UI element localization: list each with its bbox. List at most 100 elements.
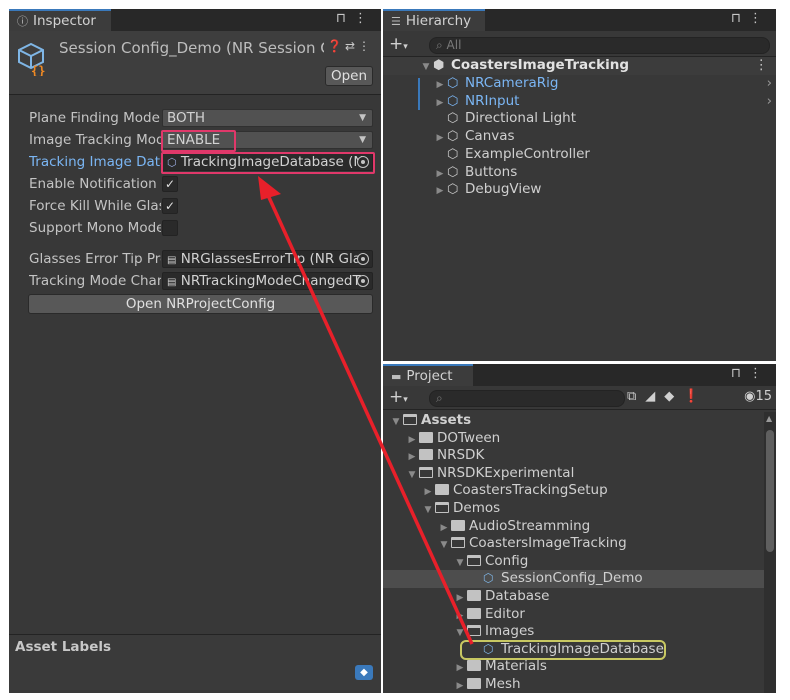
- project-tree-item[interactable]: ▼ Config: [383, 553, 776, 571]
- project-tree-item[interactable]: ▼ Images: [383, 623, 776, 641]
- gameobject-cube-icon: ⬡: [447, 146, 459, 162]
- field-tracking-mode-changed: Tracking Mode Char ▤ NRTrackingModeChang…: [9, 270, 381, 292]
- scroll-up-icon[interactable]: ▲: [766, 414, 772, 423]
- project-tree-item[interactable]: ▶ NRSDK: [383, 447, 776, 465]
- open-prefab-icon[interactable]: ›: [767, 75, 772, 93]
- project-tree-item[interactable]: ⬡ SessionConfig_Demo: [383, 570, 776, 589]
- project-tree-item[interactable]: ▶ Mesh: [383, 676, 776, 694]
- project-scrollbar[interactable]: ▲: [764, 412, 776, 693]
- plane-finding-dropdown[interactable]: BOTH ▼: [162, 109, 373, 127]
- label-tag-icon[interactable]: ◆: [355, 665, 373, 680]
- project-tree-item[interactable]: ▶ Database: [383, 588, 776, 606]
- add-icon[interactable]: +▾: [389, 34, 408, 54]
- project-search-input[interactable]: ⌕: [429, 390, 625, 407]
- hierarchy-panel: ☰ Hierarchy ⊓⋮ +▾ ⌕ All ▼ ⬢ CoastersImageTr…: [383, 9, 776, 361]
- filter-type-icon[interactable]: ◢: [645, 389, 664, 404]
- asset-header: {} Session Config_Demo (NR Session Co ❓⇄…: [9, 31, 381, 95]
- project-toolbar-icons: ⧉◢◆❗: [627, 389, 708, 404]
- project-tree-item[interactable]: ▶ DOTween: [383, 430, 776, 448]
- glasses-error-tip-field[interactable]: ▤ NRGlassesErrorTip (NR Glas: [162, 250, 373, 268]
- hidden-packages-toggle[interactable]: ◉15: [744, 389, 772, 404]
- asset-title: Session Config_Demo (NR Session Co: [59, 39, 324, 57]
- image-tracking-highlight: [161, 130, 236, 152]
- hierarchy-tab-tools[interactable]: ⊓⋮: [731, 11, 770, 26]
- kebab-icon[interactable]: ⋮: [358, 39, 373, 53]
- tracking-mode-changed-field[interactable]: ▤ NRTrackingModeChangedT: [162, 272, 373, 290]
- enable-notification-checkbox[interactable]: ✓: [162, 176, 178, 192]
- project-tree-item[interactable]: ▼ NRSDKExperimental: [383, 465, 776, 483]
- folder-open-icon: [467, 625, 481, 637]
- project-tab-tools[interactable]: ⊓⋮: [731, 366, 770, 381]
- hierarchy-item[interactable]: ⬡ Directional Light: [383, 110, 776, 128]
- tab-project[interactable]: ▬ Project: [383, 364, 473, 386]
- tab-inspector[interactable]: ⓘ Inspector: [9, 9, 111, 31]
- object-picker-icon[interactable]: [357, 253, 369, 265]
- folder-icon: [467, 590, 481, 601]
- search-icon: ⌕: [436, 391, 443, 405]
- menu-icon[interactable]: ⋮: [354, 11, 375, 26]
- help-icon[interactable]: ❓: [327, 39, 345, 53]
- lock-icon[interactable]: ⊓: [731, 11, 749, 26]
- support-mono-checkbox[interactable]: [162, 220, 178, 236]
- error-icon[interactable]: ❗: [683, 389, 708, 404]
- object-picker-icon[interactable]: [357, 275, 369, 287]
- field-plane-finding-mode: Plane Finding Mode BOTH ▼: [9, 107, 381, 129]
- open-project-config-button[interactable]: Open NRProjectConfig: [28, 294, 373, 314]
- folder-open-icon: [451, 537, 465, 549]
- fold-arrow-icon[interactable]: ▶: [453, 678, 467, 696]
- folder-icon: [467, 607, 481, 619]
- hierarchy-toolbar: +▾ ⌕ All: [383, 33, 776, 57]
- prefab-cube-icon: ⬡: [447, 76, 459, 91]
- info-icon: ⓘ: [17, 15, 28, 28]
- force-kill-checkbox[interactable]: ✓: [162, 198, 178, 214]
- folder-icon: [419, 431, 433, 443]
- tracking-image-database-highlight: [460, 640, 666, 660]
- dropdown-arrow-icon: ▼: [359, 135, 366, 145]
- menu-icon[interactable]: ⋮: [749, 11, 770, 26]
- asset-labels-title: Asset Labels: [15, 639, 112, 655]
- field-support-mono-mode: Support Mono Mode: [9, 217, 381, 239]
- lock-icon[interactable]: ⊓: [336, 11, 354, 26]
- unity-scene-icon: ⬢: [433, 58, 445, 73]
- folder-icon: [451, 519, 465, 531]
- hierarchy-item[interactable]: ▶ ⬡ NRCameraRig ›: [383, 75, 776, 93]
- folder-icon: [467, 660, 481, 672]
- hierarchy-item[interactable]: ▶ ⬡ DebugView: [383, 181, 776, 199]
- expand-arrow-icon[interactable]: ▶: [433, 183, 447, 201]
- hierarchy-item[interactable]: ⬡ ExampleController: [383, 146, 776, 164]
- label-icon[interactable]: ◆: [664, 389, 683, 404]
- list-icon: ☰: [391, 15, 401, 28]
- project-tree-item[interactable]: ▼ Demos: [383, 500, 776, 518]
- open-button[interactable]: Open: [325, 66, 373, 86]
- project-tabbar: ▬ Project ⊓⋮: [383, 364, 776, 386]
- field-enable-notification: Enable Notification ✓: [9, 173, 381, 195]
- lock-icon[interactable]: ⊓: [731, 366, 749, 381]
- inspector-panel: ⓘ Inspector ⊓⋮ {} Session Config_Demo (NR…: [9, 9, 381, 693]
- folder-open-icon: [403, 414, 417, 425]
- folder-icon: ▬: [391, 370, 402, 383]
- project-tree-item[interactable]: ▼ Assets: [383, 412, 776, 430]
- inspector-tab-tools[interactable]: ⊓⋮: [336, 11, 375, 26]
- scrollbar-thumb[interactable]: [766, 430, 774, 552]
- project-tree-item[interactable]: ▶ CoastersTrackingSetup: [383, 482, 776, 500]
- hierarchy-scene-row[interactable]: ▼ ⬢ CoastersImageTracking ⋮: [383, 57, 776, 75]
- preset-icon[interactable]: ⇄: [345, 39, 358, 53]
- hierarchy-item[interactable]: ▶ ⬡ NRInput ›: [383, 93, 776, 111]
- open-prefab-icon[interactable]: ›: [767, 93, 772, 111]
- gameobject-cube-icon: ⬡: [447, 182, 459, 198]
- project-tree-item[interactable]: ▶ Editor: [383, 606, 776, 624]
- scene-menu-icon[interactable]: ⋮: [755, 57, 769, 75]
- project-tree-item[interactable]: ▼ CoastersImageTracking: [383, 535, 776, 553]
- hierarchy-search-input[interactable]: ⌕ All: [429, 37, 770, 54]
- project-tree-item[interactable]: ▶ Materials: [383, 658, 776, 676]
- search-by-type-icon[interactable]: ⧉: [627, 389, 645, 404]
- hierarchy-item[interactable]: ▶ ⬡ Canvas: [383, 128, 776, 146]
- menu-icon[interactable]: ⋮: [749, 366, 770, 381]
- asset-labels-bar: Asset Labels ◆: [9, 634, 381, 693]
- tab-hierarchy[interactable]: ☰ Hierarchy: [383, 9, 485, 31]
- folder-icon: [419, 449, 433, 461]
- folder-open-icon: [435, 502, 449, 513]
- hierarchy-item[interactable]: ▶ ⬡ Buttons: [383, 164, 776, 182]
- project-tree-item[interactable]: ▶ AudioStreamming: [383, 518, 776, 536]
- add-icon[interactable]: +▾: [389, 387, 408, 407]
